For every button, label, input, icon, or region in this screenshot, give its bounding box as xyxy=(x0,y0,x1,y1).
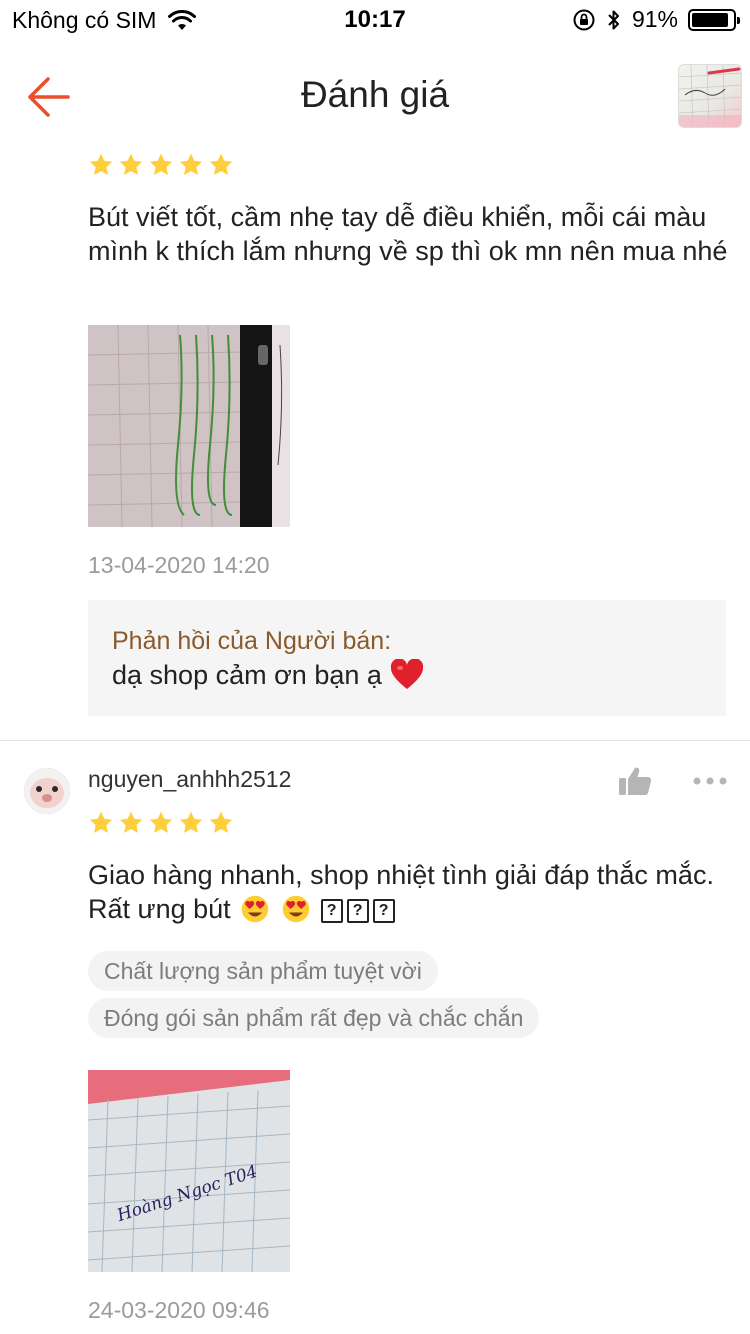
review-text-block: Giao hàng nhanh, shop nhiệt tình giải đá… xyxy=(88,858,728,926)
star-icon xyxy=(119,811,143,833)
unknown-glyph-icon: ? xyxy=(346,898,369,923)
seller-reply-label: Phản hồi của Người bán: xyxy=(112,627,392,655)
battery-percent: 91% xyxy=(631,6,678,32)
more-options-icon[interactable] xyxy=(692,774,728,788)
product-thumbnail-image xyxy=(679,65,741,127)
review-page: Không có SIM 10:17 91% Đánh giá Bút viết… xyxy=(0,0,750,1334)
unknown-glyph-icon: ? xyxy=(320,898,343,923)
review-tag: Chất lượng sản phẩm tuyệt vời xyxy=(88,951,438,991)
star-icon xyxy=(149,153,173,175)
avatar-image xyxy=(24,768,70,814)
heart-eyes-emoji-icon xyxy=(238,894,279,924)
rating-stars xyxy=(88,152,234,178)
review-photo[interactable]: Hoàng Ngọc T04 xyxy=(88,1070,290,1272)
star-icon xyxy=(179,153,203,175)
seller-reply: dạ shop cảm ơn bạn ạ xyxy=(112,658,702,692)
rating-stars xyxy=(88,810,234,836)
heart-icon xyxy=(390,659,423,689)
star-icon xyxy=(179,811,203,833)
avatar[interactable] xyxy=(24,768,70,814)
status-right: 91% xyxy=(572,6,740,33)
product-thumbnail[interactable] xyxy=(678,64,742,128)
review-text: Giao hàng nhanh, shop nhiệt tình giải đá… xyxy=(88,860,714,924)
review-tag: Đóng gói sản phẩm rất đẹp và chắc chắn xyxy=(88,998,540,1038)
seller-reply-text: dạ shop cảm ơn bạn ạ xyxy=(112,660,382,690)
unsupported-glyphs: ? ? ? xyxy=(320,898,395,923)
star-icon xyxy=(89,153,113,175)
battery-fill xyxy=(692,12,729,27)
nav-bar: Đánh giá xyxy=(0,50,750,146)
thumbs-up-icon[interactable] xyxy=(618,766,652,796)
star-icon xyxy=(209,811,233,833)
heart-eyes-emoji-icon xyxy=(279,894,320,924)
star-icon xyxy=(209,153,233,175)
bluetooth-icon xyxy=(608,10,619,29)
star-icon xyxy=(119,153,143,175)
review-date: 13-04-2020 14:20 xyxy=(88,552,270,578)
review-text: Bút viết tốt, cầm nhẹ tay dễ điều khiển,… xyxy=(88,202,728,266)
star-icon xyxy=(89,811,113,833)
review-divider xyxy=(0,740,750,741)
review-date: 24-03-2020 09:46 xyxy=(88,1297,270,1323)
page-title: Đánh giá xyxy=(300,74,450,115)
review-photo[interactable] xyxy=(88,325,290,527)
review-photo-image: Hoàng Ngọc T04 xyxy=(88,1070,290,1272)
battery-icon xyxy=(688,8,740,31)
status-bar: Không có SIM 10:17 91% xyxy=(0,0,750,40)
reviewer-username[interactable]: nguyen_anhhh2512 xyxy=(88,766,291,793)
review-photo-image xyxy=(88,325,290,527)
seller-reply-box: Phản hồi của Người bán: dạ shop cảm ơn b… xyxy=(88,600,726,716)
star-icon xyxy=(149,811,173,833)
rotation-lock-icon xyxy=(573,9,595,30)
unknown-glyph-icon: ? xyxy=(372,898,395,923)
